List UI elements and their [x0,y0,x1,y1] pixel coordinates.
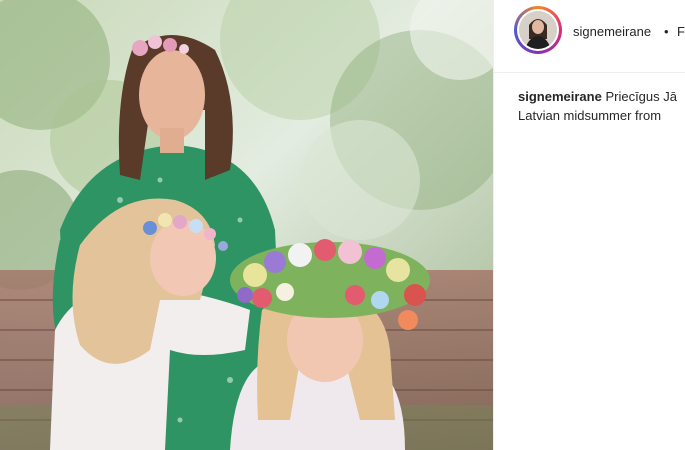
follow-button[interactable]: F [677,24,685,39]
avatar-border [517,9,559,51]
avatar[interactable] [519,11,557,49]
caption-text-2: Latvian midsummer from [518,108,662,123]
post-photo[interactable] [0,0,493,450]
post-header: signemeirane • F [494,0,685,73]
header-separator: • [664,24,669,39]
caption-username[interactable]: signemeirane [518,89,602,104]
caption-line-1: signemeirane Priecīgus Jā [518,87,685,106]
post-caption: signemeirane Priecīgus Jā Latvian midsum… [518,87,685,125]
avatar-story-ring[interactable] [514,6,562,54]
post-side-panel: signemeirane • F signemeirane Priecīgus … [494,0,685,450]
caption-text-1: Priecīgus Jā [605,89,677,104]
header-username[interactable]: signemeirane [573,24,651,39]
profile-photo-icon [519,11,557,49]
